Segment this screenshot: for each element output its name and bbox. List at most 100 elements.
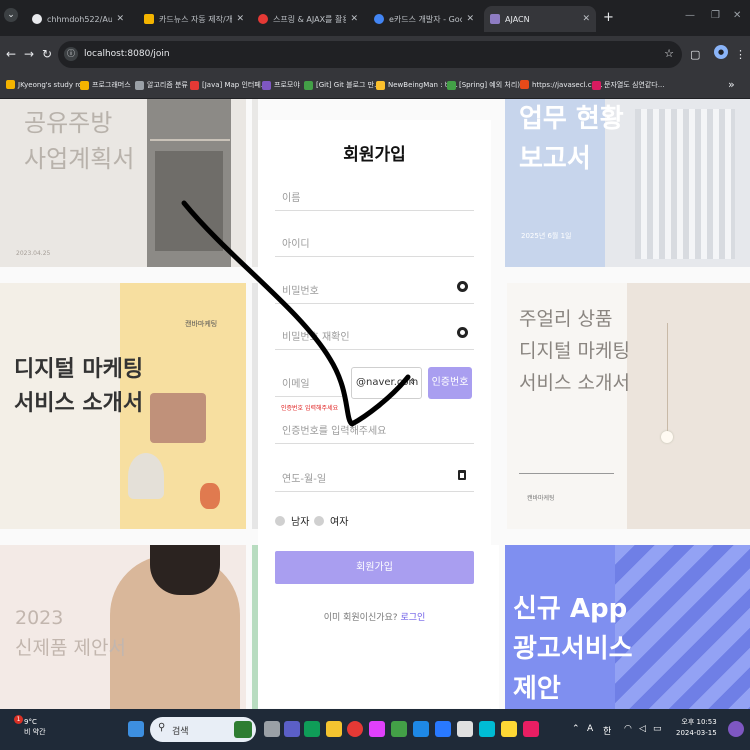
email-field[interactable]: 이메일 (275, 367, 347, 397)
taskbar-search[interactable]: ⚲ 검색 (150, 717, 256, 742)
weather-widget[interactable]: 9°C 비 약간 (24, 717, 46, 737)
search-icon: ⚲ (158, 722, 166, 733)
pycharm-icon[interactable] (391, 721, 407, 737)
card-title: 주얼리 상품 디지털 마케팅 서비스 소개서 (519, 308, 630, 394)
email-domain-select[interactable]: @naver.com ⇕ (351, 367, 422, 399)
email-placeholder: 이메일 (282, 379, 310, 390)
bookmark-star-icon[interactable]: ☆ (664, 47, 674, 60)
id-field[interactable]: 아이디 (275, 227, 474, 257)
bookmark-item[interactable]: [Java] Map 인터페... (190, 80, 267, 90)
template-card-new-product[interactable]: 2023 신제품 제안서 (0, 545, 246, 709)
tab-spring-ajax[interactable]: 스프링 & AJAX를 활용한 실시간 ✕ (252, 6, 364, 32)
volume-icon[interactable]: ◁ (639, 724, 646, 734)
tab-active[interactable]: AJACN ✕ (484, 6, 596, 32)
send-auth-code-button[interactable]: 인증번호 (428, 367, 472, 399)
id-placeholder: 아이디 (282, 239, 310, 250)
eye-icon[interactable] (457, 327, 468, 338)
cabinet-decoration (155, 151, 223, 251)
task-view-icon[interactable] (264, 721, 280, 737)
notion-icon[interactable] (457, 721, 473, 737)
calendar-icon[interactable] (458, 470, 466, 480)
bookmark-item[interactable]: 문자열도 심연같다... (592, 80, 664, 90)
bookmark-item[interactable]: 프로모야 (262, 80, 300, 90)
template-card-work-status[interactable]: 업무 현황 보고서 2025년 6월 1일 (505, 99, 750, 267)
maximize-icon[interactable]: ❐ (711, 10, 720, 21)
app-icon[interactable] (479, 721, 495, 737)
intellij-icon[interactable] (369, 721, 385, 737)
password-confirm-field[interactable]: 비밀번호 재확인 (275, 320, 474, 350)
eye-icon[interactable] (457, 281, 468, 292)
bookmark-item[interactable]: NewBeingMan : 비... (376, 80, 458, 90)
hair-decoration (150, 545, 220, 595)
forward-icon[interactable]: → (24, 47, 34, 61)
wifi-icon[interactable]: ◠ (624, 724, 632, 734)
tab-github[interactable]: chhmdoh522/AutoMakeCardN ✕ (26, 6, 130, 32)
address-bar[interactable]: ⓘ localhost:8080/join ☆ (58, 41, 682, 68)
reload-icon[interactable]: ↻ (42, 47, 52, 61)
template-card-app-ad[interactable]: 신규 App 광고서비스 제안 (505, 545, 750, 709)
bookmark-icon (144, 14, 154, 24)
close-tab-icon[interactable]: ✕ (116, 14, 124, 24)
signup-submit-button[interactable]: 회원가입 (275, 551, 474, 584)
menu-kebab-icon[interactable]: ⋮ (735, 48, 746, 61)
ime-mode[interactable]: A (587, 724, 593, 734)
settings-app-icon[interactable] (435, 721, 451, 737)
tab-search-icon[interactable]: ⌄ (4, 8, 18, 22)
bookmark-item[interactable]: 프로그래머스 (80, 80, 131, 90)
minimize-icon[interactable]: — (685, 10, 695, 21)
auth-hint-text: 인증번호 입력해주세요 (281, 405, 339, 412)
bookmark-favicon-icon (304, 80, 313, 90)
teams-icon[interactable] (284, 721, 300, 737)
windows-start-icon[interactable] (128, 721, 144, 737)
auth-code-field[interactable]: 인증번호를 입력해주세요 (275, 414, 474, 444)
close-tab-icon[interactable]: ✕ (236, 14, 244, 24)
birthdate-field[interactable]: 연도-월-일 (275, 462, 474, 492)
edge-icon[interactable] (304, 721, 320, 737)
clock[interactable]: 오후 10:53 2024-03-15 (676, 717, 717, 739)
tab-google-search[interactable]: e카드스 개발자 - Google 검색 ✕ (368, 6, 480, 32)
bookmark-item[interactable]: [Spring] 예외 처리)... (447, 80, 527, 90)
brand-label: 캔바마케팅 (527, 495, 555, 502)
figure-illustration (128, 453, 164, 499)
template-card-digital-marketing[interactable]: 캔바마케팅 디지털 마케팅 서비스 소개서 (0, 283, 246, 529)
tray-chevron-icon[interactable]: ⌃ (572, 724, 580, 734)
gender-male-radio[interactable]: 남자 (275, 513, 309, 528)
template-card-shared-kitchen[interactable]: 공유주방 사업계획서 2023.04.25 (0, 99, 246, 267)
name-field[interactable]: 이름 (275, 181, 474, 211)
app-icon[interactable] (523, 721, 539, 737)
close-window-icon[interactable]: ✕ (733, 10, 741, 21)
bookmark-item[interactable]: JKyeong's study ro... (6, 80, 89, 89)
file-explorer-icon[interactable] (326, 721, 342, 737)
password-field[interactable]: 비밀번호 (275, 274, 474, 304)
bookmark-item[interactable]: 알고리즘 분류 (135, 80, 188, 90)
back-icon[interactable]: ← (6, 47, 16, 61)
bookmarks-bar: JKyeong's study ro... 프로그래머스 알고리즘 분류 [Ja… (0, 74, 750, 99)
tab-card-news[interactable]: 카드뉴스 자동 제작/개발일지 ✕ (138, 6, 250, 32)
vscode-icon[interactable] (413, 721, 429, 737)
close-tab-icon[interactable]: ✕ (466, 14, 474, 24)
battery-icon[interactable]: ▭ (653, 724, 662, 734)
profile-avatar[interactable]: ● (714, 45, 728, 59)
browser-toolbar: ← → ↻ ⓘ localhost:8080/join ☆ ▢ ⋮ (0, 36, 750, 74)
template-card-jewelry[interactable]: 주얼리 상품 디지털 마케팅 서비스 소개서 캔바마케팅 (507, 283, 750, 529)
bookmark-item[interactable]: https://javasecl.co... (520, 80, 602, 89)
notifications-icon[interactable] (728, 721, 744, 737)
gender-female-radio[interactable]: 여자 (314, 513, 348, 528)
close-tab-icon[interactable]: ✕ (350, 14, 358, 24)
plant-illustration (200, 483, 220, 509)
close-tab-icon[interactable]: ✕ (582, 14, 590, 24)
login-link[interactable]: 로그인 (400, 613, 425, 623)
site-info-icon[interactable]: ⓘ (64, 47, 78, 61)
kakaotalk-icon[interactable] (501, 721, 517, 737)
bookmark-item[interactable]: [Git] Git 블로그 만... (304, 80, 381, 90)
chrome-icon[interactable] (347, 721, 363, 737)
clock-date: 2024-03-15 (676, 729, 717, 737)
ime-lang[interactable]: 한 (603, 724, 611, 737)
extensions-icon[interactable]: ▢ (690, 48, 700, 61)
bookmarks-more-button[interactable]: » (728, 78, 735, 91)
card-title: 업무 현황 보고서 (519, 104, 624, 174)
bookmark-favicon-icon (135, 80, 144, 90)
new-tab-button[interactable]: + (603, 10, 614, 25)
bookmark-favicon-icon (376, 80, 385, 90)
bookmark-favicon-icon (262, 80, 271, 90)
